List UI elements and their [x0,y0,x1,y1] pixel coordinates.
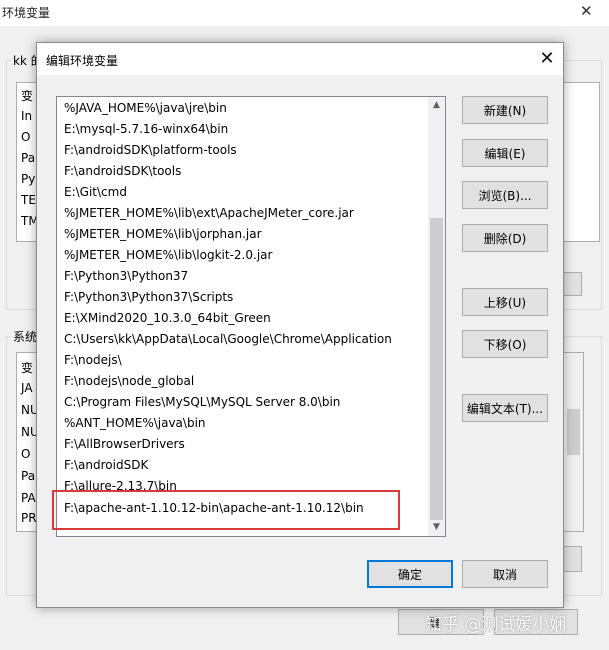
list-item[interactable]: PA [21,491,36,505]
path-list-item[interactable]: F:\androidSDK [57,455,429,476]
env-window-close-icon[interactable]: ✕ [580,2,593,20]
dialog-title: 编辑环境变量 [46,54,119,68]
path-list-scrollbar[interactable]: ▲ ▼ [428,97,445,536]
system-variables-scroll-thumb[interactable] [567,409,580,455]
path-list-scroll-thumb[interactable] [430,218,443,520]
highlight-annotation-box [52,490,400,530]
path-list-item[interactable]: %ANT_HOME%\java\bin [57,413,429,434]
list-item[interactable]: O [21,447,30,461]
path-list-item[interactable]: C:\Program Files\MySQL\MySQL Server 8.0\… [57,392,429,413]
path-list-item[interactable]: F:\nodejs\ [57,350,429,371]
list-item[interactable]: In [21,109,32,123]
user-variables-button-partial[interactable] [562,272,582,296]
path-list[interactable]: %JAVA_HOME%\java\jre\bin E:\mysql-5.7.16… [56,96,446,537]
move-down-button[interactable]: 下移(O) [462,330,548,358]
ok-button[interactable]: 确定 [367,560,453,588]
path-list-item[interactable]: F:\androidSDK\tools [57,161,429,182]
path-list-item[interactable]: %JAVA_HOME%\java\jre\bin [57,98,429,119]
env-window-title: 环境变量 [2,6,51,20]
scroll-up-icon[interactable]: ▲ [428,97,445,114]
edit-text-button[interactable]: 编辑文本(T)... [462,394,548,422]
watermark-text: 知乎 @测试媛小娴 [425,615,567,635]
system-variables-header: 变 [21,361,34,375]
path-list-item[interactable]: F:\Python3\Python37 [57,266,429,287]
dialog-titlebar: 编辑环境变量 ✕ [37,43,563,75]
path-list-item[interactable]: F:\androidSDK\platform-tools [57,140,429,161]
system-variables-group-label: 系统 [11,328,40,345]
edit-env-variable-dialog: 编辑环境变量 ✕ %JAVA_HOME%\java\jre\bin E:\mys… [36,42,564,608]
user-variables-header: 变 [21,89,34,103]
list-item[interactable]: Pa [21,151,35,165]
cancel-button[interactable]: 取消 [462,560,548,588]
path-list-item[interactable]: E:\Git\cmd [57,182,429,203]
dialog-close-icon[interactable]: ✕ [533,46,561,72]
move-up-button[interactable]: 上移(U) [462,288,548,316]
system-variables-button-partial[interactable] [562,546,582,572]
new-button[interactable]: 新建(N) [462,96,548,124]
path-list-item[interactable]: E:\XMind2020_10.3.0_64bit_Green [57,308,429,329]
list-item[interactable]: JA [21,381,33,395]
path-list-item[interactable]: %JMETER_HOME%\lib\jorphan.jar [57,224,429,245]
list-item[interactable]: Py [21,172,35,186]
path-list-item[interactable]: F:\Python3\Python37\Scripts [57,287,429,308]
path-list-item[interactable]: %JMETER_HOME%\lib\ext\ApacheJMeter_core.… [57,203,429,224]
list-item[interactable]: TE [21,193,36,207]
system-variables-scrollbar[interactable] [565,353,583,531]
path-list-item[interactable]: %JMETER_HOME%\lib\logkit-2.0.jar [57,245,429,266]
scroll-down-icon[interactable]: ▼ [428,519,445,536]
env-window-titlebar: 环境变量 ✕ [0,0,609,26]
path-list-item[interactable]: F:\AllBrowserDrivers [57,434,429,455]
path-list-item[interactable]: E:\mysql-5.7.16-winx64\bin [57,119,429,140]
browse-button[interactable]: 浏览(B)... [462,181,548,209]
list-item[interactable]: PR [21,511,37,525]
path-list-item[interactable]: C:\Users\kk\AppData\Local\Google\Chrome\… [57,329,429,350]
path-list-item[interactable]: F:\nodejs\node_global [57,371,429,392]
delete-button[interactable]: 删除(D) [462,224,548,252]
edit-button[interactable]: 编辑(E) [462,139,548,167]
list-item[interactable]: O [21,130,30,144]
list-item[interactable]: Pa [21,469,35,483]
